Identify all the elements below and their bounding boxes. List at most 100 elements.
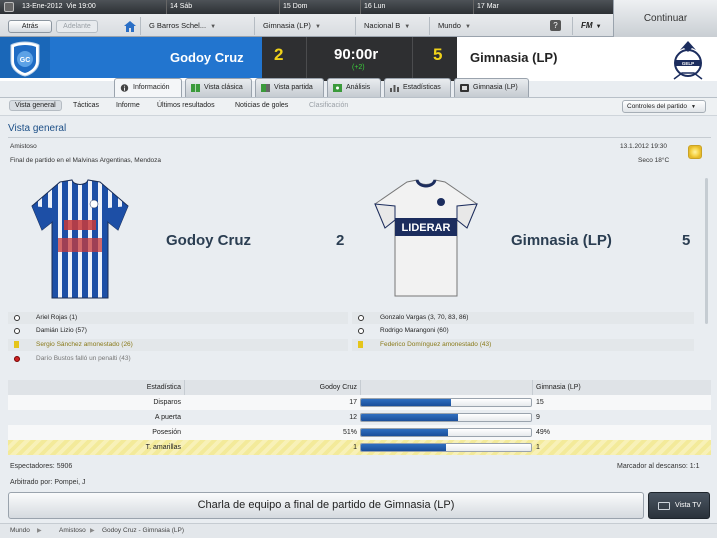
calendar-day[interactable]: 15 Dom [283, 3, 308, 10]
club-dropdown[interactable]: Gimnasia (LP) ▼ [254, 17, 355, 35]
stat-bar-away [457, 414, 531, 421]
subnav-vista-general[interactable]: Vista general [9, 100, 62, 111]
tab-vista-clasica[interactable]: Vista clásica [185, 78, 252, 97]
subnav-noticias-goles[interactable]: Noticias de goles [235, 102, 288, 109]
divider [279, 0, 280, 14]
stat-bar-home [361, 444, 446, 451]
chevron-down-icon: ▼ [314, 24, 321, 30]
help-icon[interactable]: ? [550, 20, 561, 31]
calendar-day[interactable]: 16 Lun [364, 3, 385, 10]
home-shirt-image [31, 179, 129, 299]
back-button[interactable]: Atrás [8, 20, 52, 33]
manager-dropdown[interactable]: G Barros Schel... ▼ [140, 17, 254, 35]
attendance-text: Espectadores: 5906 [10, 463, 73, 470]
venue-text: Final de partido en el Malvinas Argentin… [10, 157, 162, 164]
yellow-card-icon [14, 341, 19, 348]
away-crest-icon[interactable]: GELP [668, 39, 708, 81]
subnav-ultimos-resultados[interactable]: Últimos resultados [157, 102, 215, 109]
home-team-name[interactable]: Godoy Cruz [170, 50, 244, 65]
navigation-row: Atrás Adelante G Barros Schel... ▼ Gimnas… [0, 14, 613, 37]
tab-informacion[interactable]: Información [114, 78, 182, 97]
home-score: 2 [274, 45, 284, 64]
divider [8, 137, 711, 138]
tab-vista-partida[interactable]: Vista partida [255, 78, 324, 97]
world-dropdown[interactable]: Mundo ▼ [429, 17, 487, 35]
stat-bar [360, 413, 532, 422]
stat-name: A puerta [154, 414, 181, 421]
team-icon [460, 84, 469, 92]
calendar-strip[interactable]: 13-Ene-2012 Vie 19:00 14 Sáb 15 Dom 16 L… [0, 0, 613, 14]
home-event-goal: Ariel Rojas (1) [8, 312, 348, 324]
stat-home-value: 1 [353, 444, 357, 451]
divider [184, 380, 185, 395]
home-icon[interactable] [124, 21, 136, 32]
match-datetime: 13.1.2012 19:30 [620, 143, 667, 150]
calendar-day[interactable]: 17 Mar [477, 3, 499, 10]
breadcrumb-item[interactable]: Mundo [10, 524, 30, 538]
calendar-icon[interactable] [4, 2, 14, 12]
team-talk-button[interactable]: Charla de equipo a final de partido de G… [8, 492, 644, 519]
stat-bar [360, 398, 532, 407]
referee-text[interactable]: Arbitrado por: Pompei, J [10, 479, 85, 486]
competition-label[interactable]: Amistoso [10, 143, 37, 150]
tab-estadisticas[interactable]: Estadísticas [384, 78, 451, 97]
away-shirt-image: LIDERAR [374, 179, 478, 297]
divider [532, 380, 533, 395]
tab-gimnasia[interactable]: Gimnasia (LP) [454, 78, 529, 97]
home-team-title[interactable]: Godoy Cruz [166, 232, 251, 249]
stat-name: T. amarillas [145, 444, 181, 451]
home-event-goal: Damián Lizio (57) [8, 325, 348, 337]
breadcrumb-item[interactable]: Amistoso [59, 524, 86, 538]
away-team-name[interactable]: Gimnasia (LP) [470, 50, 557, 65]
event-text: Darío Bustos falló un penalti (43) [36, 355, 131, 362]
match-tabs: Información Vista clásica Vista partida … [0, 78, 717, 97]
manager-label: G Barros Schel... [149, 21, 207, 30]
chevron-down-icon: ▼ [464, 24, 471, 30]
home-event-booking: Sergio Sánchez amonestado (26) [8, 339, 348, 351]
match-clock: 90:00r [334, 46, 379, 63]
info-icon [120, 84, 129, 92]
breadcrumb-item[interactable]: Godoy Cruz - Gimnasia (LP) [102, 524, 184, 538]
away-shirt-sponsor: LIDERAR [402, 222, 451, 234]
tab-label: Vista clásica [204, 84, 243, 91]
stat-bar [360, 443, 532, 452]
fm-menu[interactable]: FM ▼ [572, 17, 612, 35]
tab-analisis[interactable]: Análisis [327, 78, 381, 97]
stat-bar-home [361, 429, 448, 436]
chevron-right-icon: ▶ [90, 528, 95, 534]
forward-button[interactable]: Adelante [56, 20, 98, 33]
chevron-down-icon: ▼ [210, 24, 217, 30]
subnav-informe[interactable]: Informe [116, 102, 140, 109]
scrollbar[interactable] [705, 178, 708, 324]
divider [473, 0, 474, 14]
stat-home-value: 51% [342, 429, 357, 436]
tv-view-button[interactable]: Vista TV [648, 492, 710, 519]
world-label: Mundo [438, 21, 461, 30]
event-text: Federico Domínguez amonestado (43) [380, 341, 492, 348]
stat-home-value: 17 [349, 399, 357, 406]
chevron-down-icon: ▼ [690, 104, 696, 110]
stat-name: Disparos [153, 399, 181, 406]
subnav-tacticas[interactable]: Tácticas [73, 102, 99, 109]
calendar-day[interactable]: 14 Sáb [170, 3, 192, 10]
divider [360, 0, 361, 14]
league-dropdown[interactable]: Nacional B ▼ [355, 17, 429, 35]
club-label: Gimnasia (LP) [263, 21, 311, 30]
home-crest-icon[interactable]: GC [8, 41, 42, 77]
stat-bar-home [361, 414, 458, 421]
section-title: Vista general [8, 123, 67, 134]
tv-icon [658, 502, 670, 510]
match-controls-dropdown[interactable]: Controles del partido ▼ [622, 100, 706, 113]
controls-label: Controles del partido [627, 103, 687, 110]
stats-row: T. amarillas 1 1 [8, 440, 711, 455]
ball-icon [14, 328, 20, 334]
event-text: Ariel Rojas (1) [36, 314, 78, 321]
continue-button[interactable]: Continuar [613, 0, 717, 37]
away-team-title[interactable]: Gimnasia (LP) [511, 232, 612, 249]
event-text: Damián Lizio (57) [36, 327, 87, 334]
tab-label: Estadísticas [403, 84, 441, 91]
ball-icon [358, 328, 364, 334]
split-pitch-icon [261, 84, 270, 92]
stat-away-value: 9 [536, 414, 540, 421]
away-event-booking: Federico Domínguez amonestado (43) [352, 339, 694, 351]
